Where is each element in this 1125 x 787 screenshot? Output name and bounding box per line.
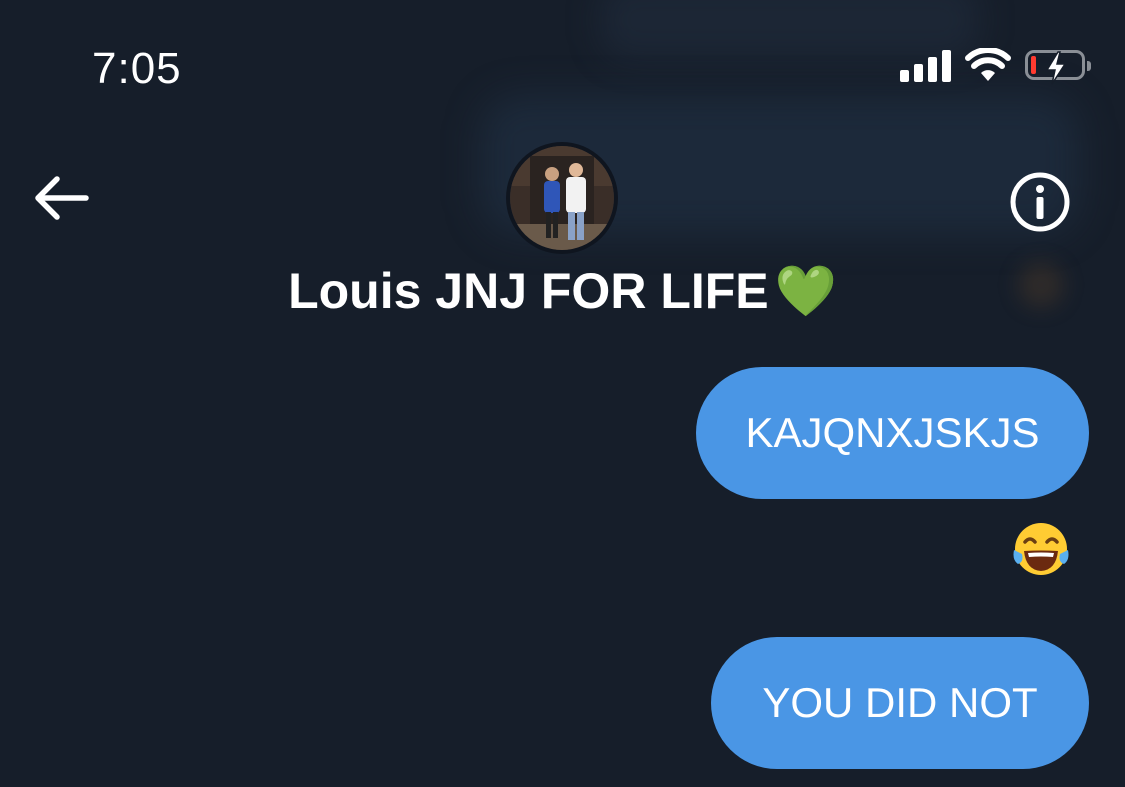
- contact-avatar[interactable]: [510, 146, 614, 250]
- contact-name-text: Louis JNJ FOR LIFE: [288, 263, 769, 319]
- message-text: KAJQNXJSKJS: [745, 409, 1040, 456]
- avatar-photo: [510, 146, 614, 250]
- cellular-signal-icon: [900, 48, 951, 82]
- info-button[interactable]: [1008, 170, 1072, 234]
- battery-charging-icon: [1025, 50, 1091, 85]
- back-button[interactable]: [30, 170, 92, 226]
- wifi-icon: [965, 48, 1011, 81]
- back-arrow-icon: [35, 176, 89, 220]
- contact-name[interactable]: Louis JNJ FOR LIFE 💚: [0, 262, 1125, 321]
- message-text: YOU DID NOT: [762, 679, 1038, 726]
- tears-of-joy-emoji-icon: [1013, 523, 1069, 575]
- sent-message-bubble[interactable]: KAJQNXJSKJS: [696, 367, 1089, 499]
- status-time: 7:05: [92, 44, 182, 93]
- green-heart-emoji: 💚: [774, 263, 837, 319]
- status-icons: [900, 48, 1091, 85]
- charging-bolt-icon: [1045, 51, 1067, 85]
- dm-conversation-screen: 7:05 Louis JNJ FOR LIFE 💚 KAJQNXJSKJS YO…: [0, 0, 1125, 787]
- sent-message-bubble[interactable]: YOU DID NOT: [711, 637, 1089, 769]
- reaction-emoji[interactable]: 😂: [1010, 520, 1072, 582]
- info-icon: [1010, 172, 1070, 232]
- battery-level: [1031, 56, 1036, 74]
